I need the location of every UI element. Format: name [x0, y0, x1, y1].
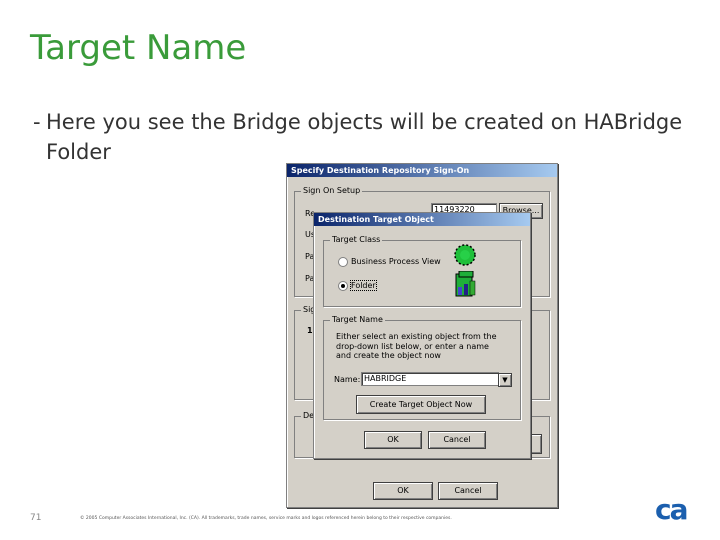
name-dropdown-button[interactable]: ▼: [498, 373, 512, 387]
folder-option-label[interactable]: Folder: [350, 280, 377, 291]
target-class-group: Target Class: [323, 235, 521, 307]
back-cancel-button[interactable]: Cancel: [438, 482, 498, 500]
front-ok-button[interactable]: OK: [364, 431, 422, 449]
copyright-notice: © 2005 Computer Associates International…: [80, 516, 452, 521]
front-cancel-button[interactable]: Cancel: [428, 431, 486, 449]
page-number: 71: [30, 513, 42, 523]
back-ok-button[interactable]: OK: [373, 482, 433, 500]
folder-radio[interactable]: [338, 281, 348, 291]
name-label: Name:: [334, 375, 361, 384]
target-object-dialog: Destination Target Object Target Class B…: [313, 212, 531, 459]
sign-on-setup-label: Sign On Setup: [301, 186, 363, 195]
target-class-label: Target Class: [330, 235, 383, 244]
bpv-radio[interactable]: [338, 257, 348, 267]
signature-item: 1: [307, 326, 313, 335]
ca-logo: ca: [655, 495, 689, 523]
bpv-option-label[interactable]: Business Process View: [351, 257, 441, 266]
bullet-point: - Here you see the Bridge objects will b…: [33, 107, 693, 167]
create-target-object-button[interactable]: Create Target Object Now: [356, 395, 486, 414]
bpv-class-icon: [454, 244, 476, 266]
target-object-dialog-title: Destination Target Object: [314, 213, 530, 226]
target-name-instructions: Either select an existing object from th…: [336, 332, 497, 360]
ca-logo-text: ca: [655, 495, 687, 523]
bullet-text: Here you see the Bridge objects will be …: [46, 110, 683, 164]
folder-class-icon: [455, 271, 476, 297]
bullet-dash: -: [33, 110, 41, 134]
name-combobox[interactable]: HABRIDGE: [361, 372, 499, 386]
sign-on-dialog-title: Specify Destination Repository Sign-On: [287, 164, 557, 177]
slide-title: Target Name: [30, 28, 247, 68]
chevron-down-icon: ▼: [502, 376, 508, 384]
target-name-label: Target Name: [330, 315, 385, 324]
